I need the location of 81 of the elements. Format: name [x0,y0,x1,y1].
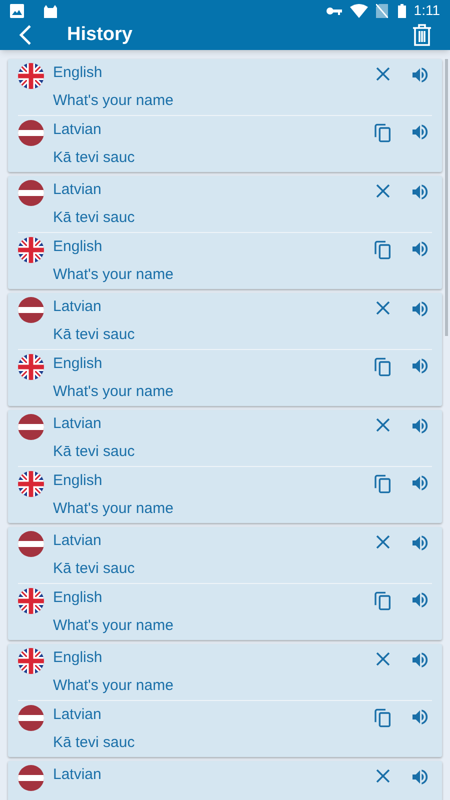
close-icon[interactable] [374,182,392,200]
speaker-icon[interactable] [410,122,430,142]
history-card[interactable]: English What's your name Latvian Kā tevi sauc [8,58,442,172]
wifi-icon [350,4,368,18]
speaker-icon[interactable] [410,532,430,552]
history-card[interactable]: Latvian Kā tevi sauc English What's your name [8,292,442,406]
language-name: English [53,354,104,374]
speaker-icon[interactable] [410,706,430,726]
language-name: English [53,470,104,490]
close-icon[interactable] [374,650,392,668]
uk-flag-icon [18,354,44,380]
phrase-text: Kā tevi sauc [53,148,136,168]
language-name: English [53,62,104,82]
uk-flag-icon [18,588,44,614]
latvia-flag-icon [18,296,44,322]
uk-flag-icon [18,62,44,88]
speaker-icon[interactable] [410,238,430,258]
close-icon[interactable] [374,416,392,434]
speaker-icon[interactable] [410,182,430,202]
language-name: English [53,236,104,256]
uk-flag-icon [18,470,44,496]
language-name: English [53,648,104,668]
key-icon [326,6,342,16]
phrase-text: What's your name [53,616,174,636]
close-icon[interactable] [374,64,392,82]
history-card[interactable]: English What's your name Latvian Kā tevi sauc [8,644,442,756]
language-name: Latvian [53,704,102,724]
clock-text: 1:11 [414,1,440,20]
phrase-text: Kā tevi sauc [53,208,136,228]
speaker-icon[interactable] [410,298,430,318]
image-icon [10,4,24,18]
language-name: Latvian [53,296,102,316]
close-icon[interactable] [374,532,392,550]
history-card[interactable]: Latvian Kā tevi sauc English What's your name [8,410,442,522]
copy-icon[interactable] [373,122,393,144]
copy-icon[interactable] [373,356,393,378]
speaker-icon[interactable] [410,472,430,492]
screen-title: History [67,23,134,47]
language-name: English [53,588,104,608]
speaker-icon[interactable] [410,416,430,436]
speaker-icon[interactable] [410,766,430,786]
language-name: Latvian [53,764,102,784]
latvia-flag-icon [18,764,44,790]
phrase-text: Kā tevi sauc [53,558,136,578]
battery-icon [398,4,406,18]
history-card[interactable]: Latvian Kā tevi sauc English What's your name [8,526,442,640]
latvia-flag-icon [18,414,44,440]
speaker-icon[interactable] [410,650,430,670]
speaker-icon[interactable] [410,356,430,376]
speaker-icon[interactable] [410,590,430,610]
copy-icon[interactable] [373,706,393,728]
trash-icon[interactable] [412,24,432,46]
phrase-text: What's your name [53,676,174,696]
language-name: Latvian [53,120,102,140]
language-name: Latvian [53,180,102,200]
cat-icon [43,4,57,18]
language-name: Latvian [53,414,102,434]
copy-icon[interactable] [373,238,393,260]
phrase-text: Kā tevi sauc [53,324,136,344]
uk-flag-icon [18,236,44,262]
phrase-text: What's your name [53,498,174,518]
uk-flag-icon [18,648,44,674]
latvia-flag-icon [18,120,44,146]
phrase-text: What's your name [53,90,174,110]
language-name: Latvian [53,530,102,550]
back-icon[interactable] [18,24,32,46]
phrase-text: Kā tevi sauc [53,732,136,752]
copy-icon[interactable] [373,472,393,494]
copy-icon[interactable] [373,590,393,612]
speaker-icon[interactable] [410,64,430,84]
close-icon[interactable] [374,766,392,784]
phrase-text: What's your name [53,264,174,284]
phrase-text: What's your name [53,382,174,402]
latvia-flag-icon [18,704,44,730]
phrase-text: Kā tevi sauc [53,442,136,462]
history-card[interactable]: Latvian Kā tevi sauc English What's your name [8,176,442,288]
latvia-flag-icon [18,530,44,556]
close-icon[interactable] [374,298,392,316]
no-sim-icon [376,4,388,18]
latvia-flag-icon [18,180,44,206]
history-card[interactable]: Latvian [8,760,442,800]
